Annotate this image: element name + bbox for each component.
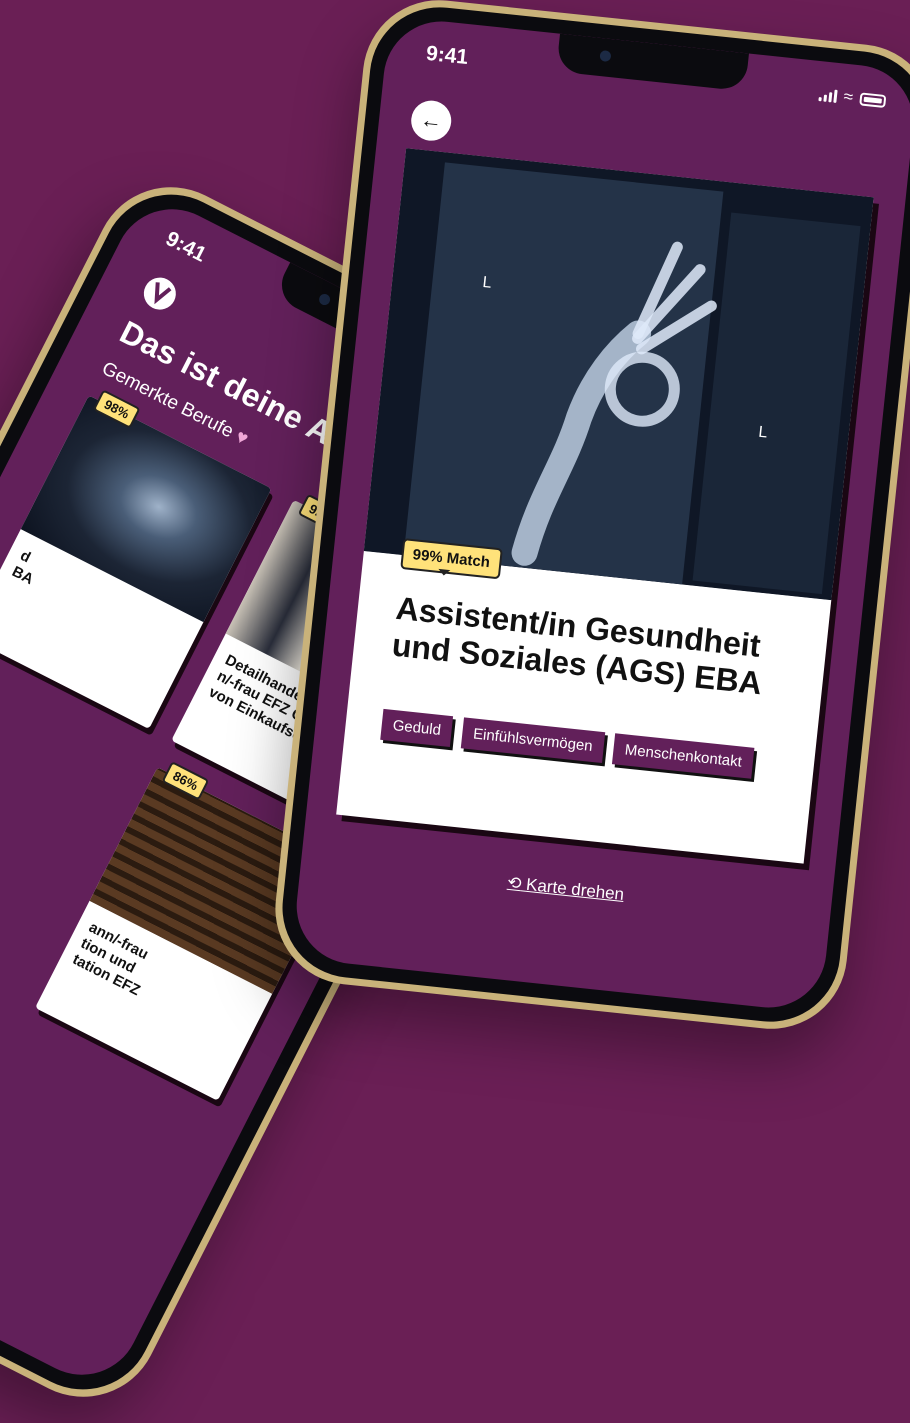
svg-text:L: L: [758, 424, 769, 442]
skill-tag: Einfühlsvermögen: [460, 717, 606, 764]
skill-tag: Menschenkontakt: [612, 733, 755, 779]
phone-bezel: 9:41 ≈ ← L L 99% Match Assistent/in Gesu…: [275, 0, 910, 1029]
status-time: 9:41: [425, 41, 470, 70]
heart-icon: ♥: [232, 426, 252, 450]
status-indicators: ≈: [818, 86, 887, 108]
job-image: L L: [363, 148, 874, 601]
flip-card-label: Karte drehen: [525, 874, 626, 905]
svg-text:L: L: [482, 274, 493, 292]
signal-icon: [818, 87, 838, 103]
app-logo: [143, 277, 176, 310]
job-title: Assistent/in Gesundheit und Soziales (AG…: [390, 589, 764, 702]
flip-card-link[interactable]: ⟲ Karte drehen: [300, 851, 831, 926]
arrow-left-icon: ←: [419, 106, 444, 134]
rotate-icon: ⟲: [506, 872, 523, 894]
status-time: 9:41: [161, 227, 210, 267]
battery-icon: [859, 91, 887, 108]
skill-tag: Geduld: [380, 708, 454, 748]
phone-screen: 9:41 ≈ ← L L 99% Match Assistent/in Gesu…: [290, 15, 910, 1014]
notch: [556, 33, 749, 92]
camera: [317, 292, 333, 307]
skill-tags: Geduld Einfühlsvermögen Menschenkontakt: [379, 708, 781, 792]
job-detail-card[interactable]: L L 99% Match Assistent/in Gesundheit un…: [336, 148, 874, 864]
wifi-icon: ≈: [842, 86, 854, 107]
camera: [599, 49, 612, 63]
x-ray-hand-image: L L: [363, 148, 874, 601]
phone-mockup-right: 9:41 ≈ ← L L 99% Match Assistent/in Gesu…: [267, 0, 910, 1037]
back-button[interactable]: ←: [409, 98, 454, 143]
